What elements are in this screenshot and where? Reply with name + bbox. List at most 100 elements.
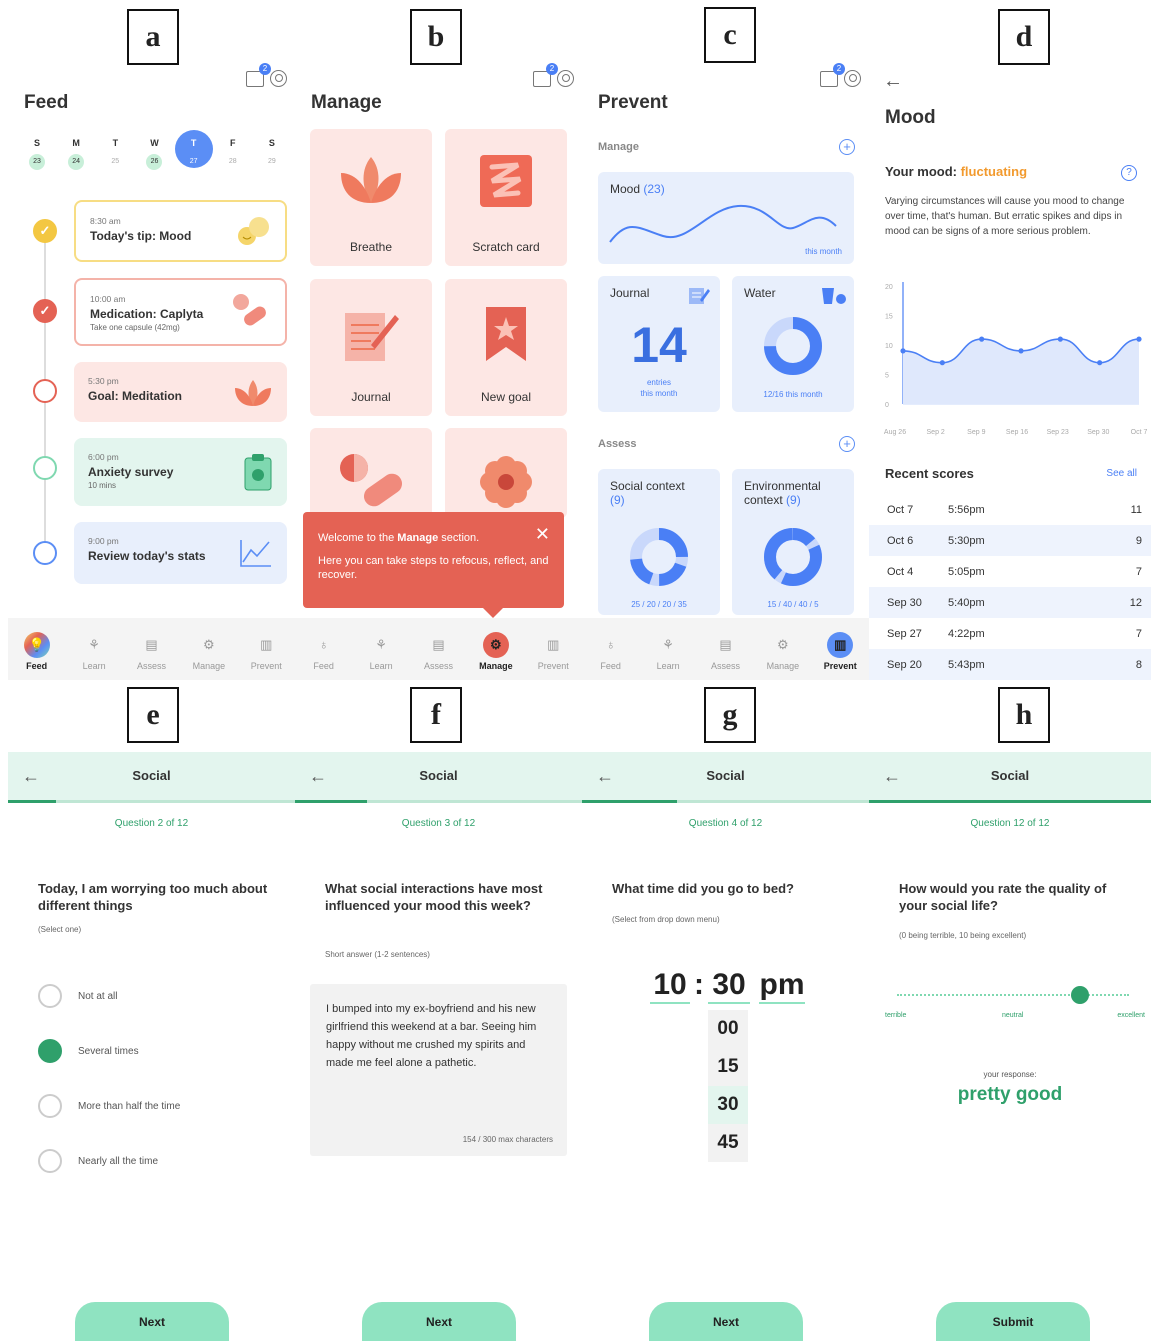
- day[interactable]: S 29: [259, 138, 285, 170]
- tile-flower[interactable]: [445, 428, 567, 518]
- score-row[interactable]: Sep 20 5:43pm 8: [869, 649, 1151, 680]
- water-card[interactable]: Water 12/16 this month: [732, 276, 854, 412]
- nav-feed[interactable]: ♁ Feed: [298, 632, 350, 671]
- check-icon[interactable]: ✓: [33, 299, 57, 323]
- card-stats[interactable]: 9:00 pm Review today's stats: [74, 522, 287, 584]
- nav-learn[interactable]: ⚘ Learn: [642, 632, 694, 671]
- day-today[interactable]: T 27: [174, 130, 213, 170]
- next-button[interactable]: Next: [362, 1302, 516, 1341]
- day[interactable]: F 28: [220, 138, 246, 170]
- profile-icon[interactable]: [844, 70, 861, 87]
- nav-prevent[interactable]: ▥ Prevent: [527, 632, 579, 671]
- card-survey[interactable]: 6:00 pm Anxiety survey 10 mins: [74, 438, 287, 506]
- back-arrow-icon[interactable]: ←: [309, 752, 327, 800]
- messages-icon[interactable]: 2: [820, 62, 845, 87]
- close-icon[interactable]: ✕: [535, 524, 550, 545]
- nav-prevent[interactable]: ▥ Prevent: [814, 631, 866, 671]
- dropdown-option-selected[interactable]: 30: [708, 1086, 748, 1124]
- tile-scratch-card[interactable]: Scratch card: [445, 129, 567, 266]
- nav-assess[interactable]: ▤ Assess: [125, 632, 177, 671]
- pending-dot[interactable]: [33, 456, 57, 480]
- help-icon[interactable]: ?: [1121, 165, 1137, 181]
- score-row[interactable]: Oct 6 5:30pm 9: [869, 525, 1151, 556]
- add-icon[interactable]: +: [839, 139, 855, 155]
- score-row[interactable]: Oct 7 5:56pm 11: [869, 494, 1151, 525]
- day[interactable]: M 24: [63, 138, 89, 170]
- tile-medication[interactable]: [310, 428, 432, 518]
- card-medication[interactable]: 10:00 am Medication: Caplyta Take one ca…: [74, 278, 287, 346]
- tile-journal[interactable]: Journal: [310, 279, 432, 416]
- day-number: 29: [268, 158, 276, 165]
- nav-feed[interactable]: ♁ Feed: [585, 632, 637, 671]
- nav-assess[interactable]: ▤ Assess: [412, 632, 464, 671]
- messages-icon[interactable]: 2: [533, 62, 558, 87]
- submit-button[interactable]: Submit: [936, 1302, 1090, 1341]
- nav-prevent[interactable]: ▥ Prevent: [240, 632, 292, 671]
- dropdown-option[interactable]: 45: [708, 1124, 748, 1162]
- back-arrow-icon[interactable]: ←: [596, 752, 614, 800]
- radio-selected[interactable]: [38, 1039, 62, 1063]
- y-tick-label: 10: [885, 343, 893, 350]
- back-arrow-icon[interactable]: ←: [883, 752, 901, 800]
- answer-textarea[interactable]: I bumped into my ex-boyfriend and his ne…: [310, 984, 567, 1156]
- score-row[interactable]: Oct 4 5:05pm 7: [869, 556, 1151, 587]
- nav-manage[interactable]: ⚙ Manage: [183, 632, 235, 671]
- dropdown-option[interactable]: 00: [708, 1010, 748, 1048]
- option[interactable]: Several times: [38, 1039, 139, 1063]
- score-row[interactable]: Sep 30 5:40pm 12: [869, 587, 1151, 618]
- day[interactable]: W 26: [141, 138, 167, 170]
- card-goal[interactable]: 5:30 pm Goal: Meditation: [74, 362, 287, 422]
- option[interactable]: Nearly all the time: [38, 1149, 158, 1173]
- card-tip[interactable]: 8:30 am Today's tip: Mood: [74, 200, 287, 262]
- option[interactable]: Not at all: [38, 984, 117, 1008]
- y-tick-label: 0: [885, 402, 889, 409]
- nav-manage[interactable]: ⚙ Manage: [470, 631, 522, 671]
- x-tick-label: Sep 30: [1087, 429, 1109, 436]
- radio[interactable]: [38, 1094, 62, 1118]
- pending-dot[interactable]: [33, 379, 57, 403]
- back-arrow-icon[interactable]: ←: [22, 752, 40, 800]
- question-text: How would you rate the quality of your s…: [899, 881, 1107, 913]
- nav-assess[interactable]: ▤ Assess: [699, 632, 751, 671]
- day[interactable]: S 23: [24, 138, 50, 170]
- dropdown-option[interactable]: 15: [708, 1048, 748, 1086]
- hour-select[interactable]: 10: [650, 968, 690, 1004]
- journal-card[interactable]: Journal 14 entries this month: [598, 276, 720, 412]
- profile-icon[interactable]: [270, 70, 287, 87]
- day[interactable]: T 25: [102, 138, 128, 170]
- ampm-select[interactable]: pm: [759, 968, 805, 1004]
- mood-card[interactable]: Mood (23) this month: [598, 172, 854, 264]
- minute-select[interactable]: 30: [708, 968, 750, 1004]
- messages-icon[interactable]: 2: [246, 62, 271, 87]
- environmental-context-card[interactable]: Environmental context (9) 15 / 40 / 40 /…: [732, 469, 854, 615]
- day-letter: F: [230, 138, 236, 148]
- social-context-card[interactable]: Social context (9) 25 / 20 / 20 / 35: [598, 469, 720, 615]
- see-all-link[interactable]: See all: [1106, 468, 1137, 479]
- profile-icon[interactable]: [557, 70, 574, 87]
- data-point: [1136, 336, 1142, 342]
- rating-slider-handle[interactable]: [1071, 986, 1089, 1004]
- option[interactable]: More than half the time: [38, 1094, 180, 1118]
- check-icon[interactable]: ✓: [33, 219, 57, 243]
- rating-slider-track[interactable]: [897, 994, 1129, 996]
- bar-chart-icon: ▥: [827, 631, 854, 658]
- bulb-icon: 💡: [23, 631, 50, 658]
- radio[interactable]: [38, 1149, 62, 1173]
- tile-new-goal[interactable]: New goal: [445, 279, 567, 416]
- day-letter: W: [150, 138, 159, 148]
- add-icon[interactable]: +: [839, 436, 855, 452]
- tile-breathe[interactable]: Breathe: [310, 129, 432, 266]
- nav-learn[interactable]: ⚘ Learn: [355, 632, 407, 671]
- next-button[interactable]: Next: [75, 1302, 229, 1341]
- score-value: 7: [1135, 627, 1142, 640]
- nav-manage[interactable]: ⚙ Manage: [757, 632, 809, 671]
- pending-dot[interactable]: [33, 541, 57, 565]
- question-text: What time did you go to bed?: [612, 881, 794, 896]
- back-arrow-icon[interactable]: ←: [883, 70, 903, 93]
- next-button[interactable]: Next: [649, 1302, 803, 1341]
- score-row[interactable]: Sep 27 4:22pm 7: [869, 618, 1151, 649]
- nav-feed[interactable]: 💡 Feed: [11, 631, 63, 671]
- radio[interactable]: [38, 984, 62, 1008]
- x-tick-label: Sep 16: [1006, 429, 1028, 436]
- nav-learn[interactable]: ⚘ Learn: [68, 632, 120, 671]
